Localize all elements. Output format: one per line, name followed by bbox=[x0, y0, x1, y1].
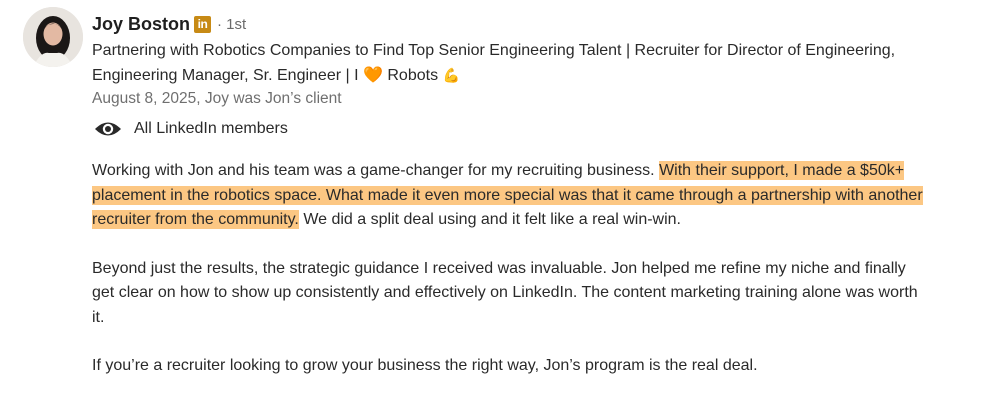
avatar[interactable] bbox=[23, 7, 83, 67]
recommendation-body: Working with Jon and his team was a game… bbox=[92, 159, 932, 379]
name-row: Joy Boston in · 1st bbox=[92, 11, 962, 37]
visibility-label: All LinkedIn members bbox=[134, 120, 288, 137]
visibility-setting: All LinkedIn members bbox=[92, 117, 962, 141]
eye-icon bbox=[95, 122, 121, 136]
recommendation-header: Joy Boston in · 1st Partnering with Robo… bbox=[92, 11, 962, 141]
recommendation-paragraph-3: If you’re a recruiter looking to grow yo… bbox=[92, 357, 758, 374]
paragraph-text: We did a split deal using and it felt li… bbox=[298, 211, 681, 228]
recommendation-paragraph-1: Working with Jon and his team was a game… bbox=[92, 159, 932, 233]
flexed-arm-icon: 💪 bbox=[442, 67, 460, 83]
headline-text: Partnering with Robotics Companies to Fi… bbox=[92, 42, 896, 84]
headline-text-robots: Robots bbox=[382, 67, 443, 84]
connection-degree: · 1st bbox=[217, 15, 247, 33]
heart-icon: 🧡 bbox=[363, 67, 383, 84]
linkedin-badge-icon: in bbox=[194, 15, 212, 33]
recommendation-paragraph-2: Beyond just the results, the strategic g… bbox=[92, 259, 918, 326]
profile-photo bbox=[23, 7, 83, 67]
relation-date: August 8, 2025, Joy was Jon’s client bbox=[92, 90, 342, 107]
author-headline: Partnering with Robotics Companies to Fi… bbox=[92, 39, 962, 88]
author-name[interactable]: Joy Boston bbox=[92, 14, 190, 35]
paragraph-text: Working with Jon and his team was a game… bbox=[92, 162, 660, 179]
